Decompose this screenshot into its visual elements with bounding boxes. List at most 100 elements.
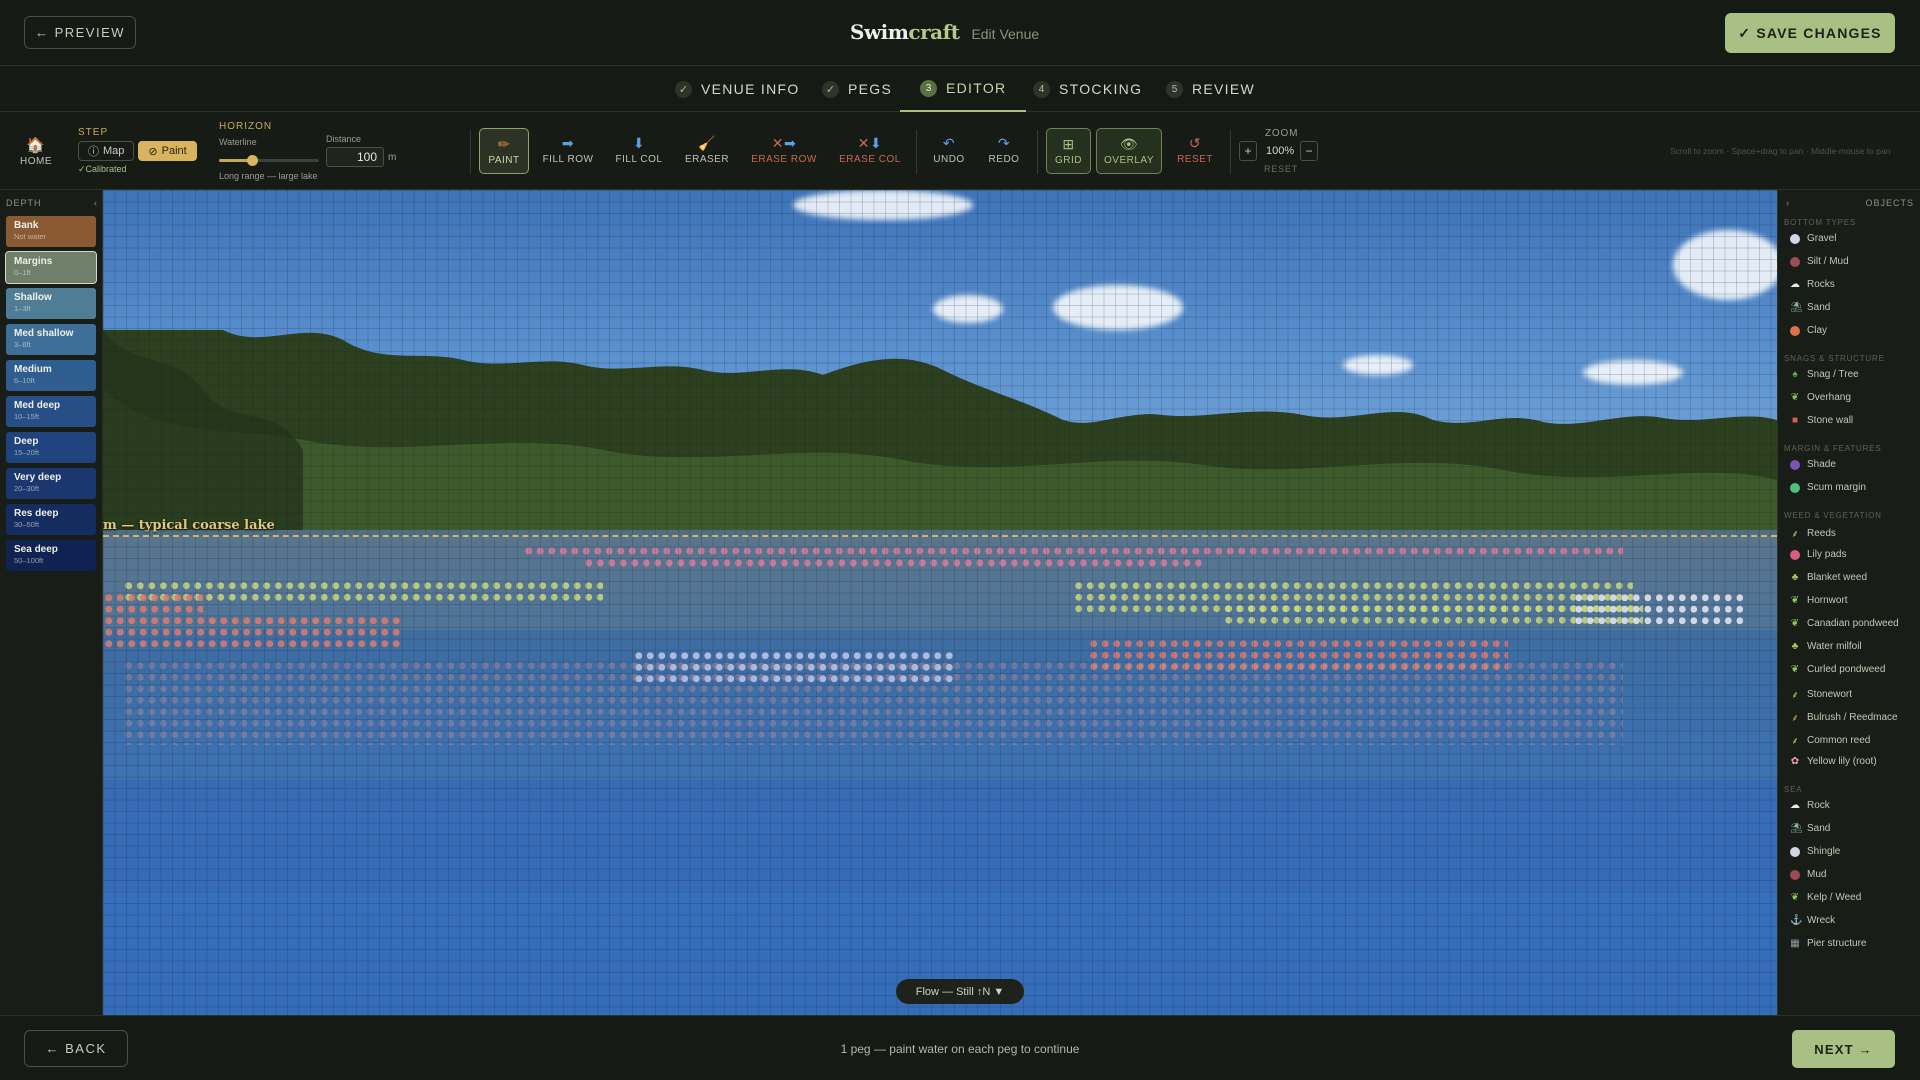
object-icon xyxy=(1790,549,1800,560)
object-item[interactable]: ❦ Hornwort xyxy=(1790,595,1848,606)
depth-option[interactable]: Deep 15–20ft xyxy=(6,432,96,463)
depth-option[interactable]: Margins 0–1ft xyxy=(5,251,97,284)
wizard-steps: ✓ VENUE INFO ✓ PEGS 3 EDITOR 4 STOCKING … xyxy=(0,66,1920,112)
brand: Swimcraft Edit Venue xyxy=(850,20,1039,44)
object-item[interactable]: ♠ Snag / Tree xyxy=(1790,369,1858,380)
erase-row-button[interactable]: ✕➡ ERASE ROW xyxy=(748,128,820,174)
depth-range: 1–3ft xyxy=(14,304,31,313)
object-item[interactable]: Clay xyxy=(1790,325,1827,336)
object-item[interactable]: ⚓ Wreck xyxy=(1790,915,1835,926)
object-item[interactable]: ☁ Rock xyxy=(1790,800,1830,811)
preview-button[interactable]: ← PREVIEW xyxy=(24,16,136,49)
zoom-out-button[interactable]: − xyxy=(1300,141,1318,161)
flow-indicator[interactable]: Flow — Still ↑N ▼ xyxy=(896,979,1024,1004)
collapse-icon[interactable]: ‹ xyxy=(94,198,98,208)
object-item[interactable]: ✿ Yellow lily (root) xyxy=(1790,756,1877,767)
object-item[interactable]: ♣ Water milfoil xyxy=(1790,641,1862,652)
objects-header: › OBJECTS xyxy=(1786,198,1914,208)
object-item[interactable]: Mud xyxy=(1790,869,1826,880)
distance-input[interactable] xyxy=(326,147,384,167)
step-label: VENUE INFO xyxy=(701,81,800,97)
distance-unit: m xyxy=(388,152,397,163)
object-item[interactable]: Gravel xyxy=(1790,233,1836,244)
arrow-down-icon: ⬇ xyxy=(632,135,646,151)
paint-mode-button[interactable]: ⊘ Paint xyxy=(138,141,197,161)
object-label: Overhang xyxy=(1807,392,1851,403)
save-changes-button[interactable]: ✓ SAVE CHANGES xyxy=(1725,13,1895,53)
step-label: REVIEW xyxy=(1192,81,1256,97)
editor-toolbar: 🏠 HOME STEP ⓘ Map ⊘ Paint ✓Calibrated HORI… xyxy=(0,112,1920,190)
zoom-in-button[interactable]: + xyxy=(1239,141,1257,161)
object-item[interactable]: ⸙ Stonewort xyxy=(1790,687,1852,702)
object-item[interactable]: Shingle xyxy=(1790,846,1840,857)
depth-name: Very deep xyxy=(14,472,62,483)
object-item[interactable]: Silt / Mud xyxy=(1790,256,1849,267)
slider-thumb[interactable] xyxy=(247,155,258,166)
object-item[interactable]: ■ Stone wall xyxy=(1790,415,1853,426)
paint-canvas[interactable]: m — typical coarse lake Flow — Still ↑N … xyxy=(103,190,1777,1015)
object-item[interactable]: ♣ Blanket weed xyxy=(1790,572,1867,583)
toolbar-divider xyxy=(1037,130,1038,174)
redo-button[interactable]: ↷ REDO xyxy=(979,128,1029,174)
paint-grid-overlay xyxy=(103,190,1777,1015)
object-icon: ▦ xyxy=(1790,938,1800,949)
waterline-slider[interactable] xyxy=(219,155,319,166)
undo-button[interactable]: ↶ UNDO xyxy=(924,128,974,174)
reset-button[interactable]: ↺ RESET xyxy=(1170,128,1220,174)
depth-option[interactable]: Shallow 1–3ft xyxy=(6,288,96,319)
horizon-section-label: HORIZON xyxy=(219,121,273,132)
depth-option[interactable]: Bank Not water xyxy=(6,216,96,247)
depth-name: Deep xyxy=(14,436,39,447)
object-icon: ⸙ xyxy=(1791,529,1799,540)
object-item[interactable]: ⛱ Sand xyxy=(1790,302,1830,313)
tab-review[interactable]: 5 REVIEW xyxy=(1166,66,1255,112)
zoom-reset-button[interactable]: RESET xyxy=(1264,164,1298,174)
object-label: Gravel xyxy=(1807,233,1837,244)
map-mode-button[interactable]: ⓘ Map xyxy=(78,141,135,161)
object-item[interactable]: ⛱ Sand xyxy=(1790,823,1830,834)
home-label: HOME xyxy=(20,156,52,167)
tab-pegs[interactable]: ✓ PEGS xyxy=(822,66,892,112)
object-item[interactable]: ⸙ Common reed xyxy=(1790,733,1870,748)
fill-col-button[interactable]: ⬇ FILL COL xyxy=(612,128,666,174)
object-item[interactable]: Lily pads xyxy=(1790,549,1846,560)
palette-icon: ⊘ xyxy=(148,145,158,158)
object-icon: ♣ xyxy=(1791,641,1799,652)
object-item[interactable]: ❦ Kelp / Weed xyxy=(1790,892,1862,903)
depth-option[interactable]: Res deep 30–50ft xyxy=(6,504,96,535)
tab-stocking[interactable]: 4 STOCKING xyxy=(1033,66,1142,112)
overlay-toggle-button[interactable]: 👁 OVERLAY xyxy=(1096,128,1162,174)
fill-row-button[interactable]: ➡ FILL ROW xyxy=(542,128,594,174)
object-item[interactable]: Scum margin xyxy=(1790,482,1866,493)
broom-icon: 🧹 xyxy=(698,135,716,151)
expand-icon[interactable]: › xyxy=(1786,198,1790,208)
object-icon xyxy=(1790,256,1800,267)
grid-toggle-button[interactable]: ⊞ GRID xyxy=(1046,128,1091,174)
app-header: ← PREVIEW Swimcraft Edit Venue ✓ SAVE CH… xyxy=(0,0,1920,66)
paint-tool-button[interactable]: ✏ PAINT xyxy=(479,128,529,174)
object-label: Kelp / Weed xyxy=(1807,892,1862,903)
range-hint: Long range — large lake xyxy=(219,171,318,181)
erase-col-button[interactable]: ✕⬇ ERASE COL xyxy=(835,128,905,174)
object-item[interactable]: ❦ Canadian pondweed xyxy=(1790,618,1899,629)
object-icon: ⚓ xyxy=(1790,915,1803,926)
horizon-line[interactable] xyxy=(103,535,1777,537)
home-button[interactable]: 🏠 HOME xyxy=(18,136,54,167)
depth-option[interactable]: Medium 6–10ft xyxy=(6,360,96,391)
next-button[interactable]: NEXT → xyxy=(1792,1030,1895,1068)
object-item[interactable]: ⸙ Bulrush / Reedmace xyxy=(1790,710,1897,725)
object-item[interactable]: Shade xyxy=(1790,459,1836,470)
tab-venue-info[interactable]: ✓ VENUE INFO xyxy=(675,66,800,112)
depth-option[interactable]: Med shallow 3–6ft xyxy=(6,324,96,355)
step-label: EDITOR xyxy=(946,80,1007,96)
tab-editor[interactable]: 3 EDITOR xyxy=(900,66,1027,112)
depth-option[interactable]: Sea deep 50–100ft xyxy=(6,540,96,571)
object-item[interactable]: ☁ Rocks xyxy=(1790,279,1835,290)
object-item[interactable]: ⸙ Reeds xyxy=(1790,526,1836,541)
object-item[interactable]: ❦ Overhang xyxy=(1790,392,1851,403)
depth-option[interactable]: Very deep 20–30ft xyxy=(6,468,96,499)
depth-option[interactable]: Med deep 10–15ft xyxy=(6,396,96,427)
object-item[interactable]: ▦ Pier structure xyxy=(1790,938,1866,949)
object-item[interactable]: ❦ Curled pondweed xyxy=(1790,664,1886,675)
eraser-button[interactable]: 🧹 ERASER xyxy=(682,128,732,174)
